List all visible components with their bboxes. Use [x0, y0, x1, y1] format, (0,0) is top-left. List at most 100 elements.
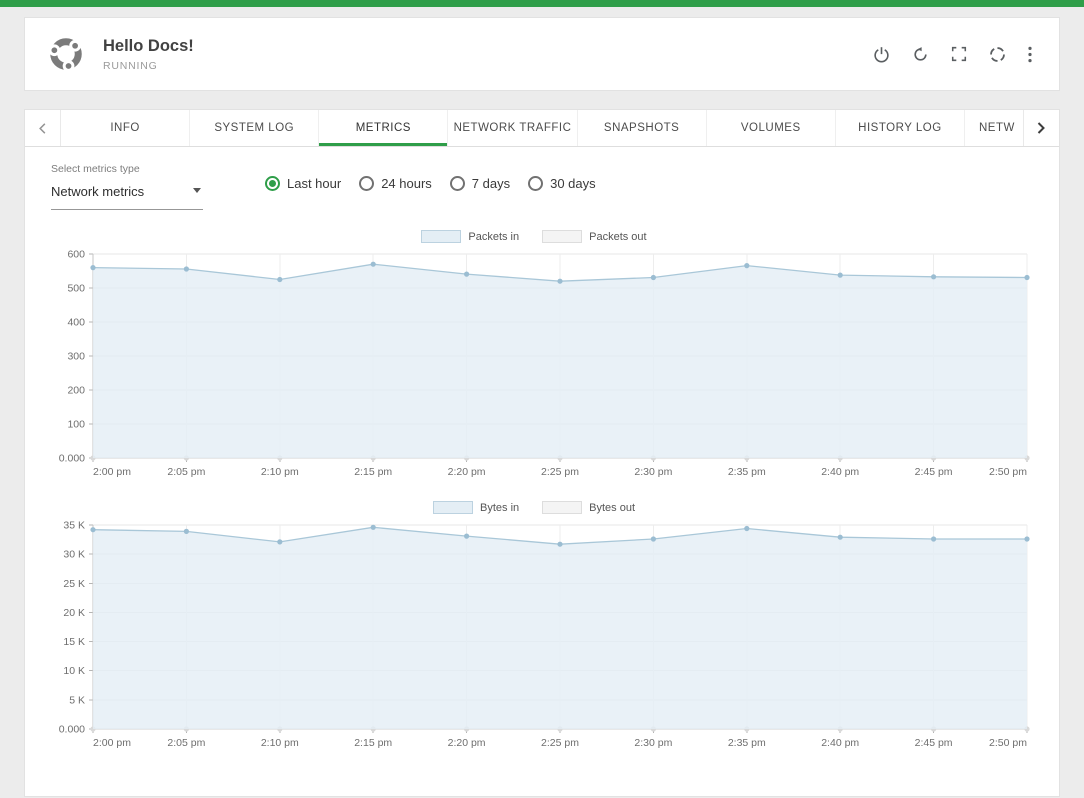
svg-text:2:40 pm: 2:40 pm	[821, 466, 859, 478]
tab-label: SNAPSHOTS	[604, 122, 679, 134]
radio-label: 24 hours	[381, 176, 432, 191]
svg-text:2:15 pm: 2:15 pm	[354, 737, 392, 749]
svg-text:2:10 pm: 2:10 pm	[261, 737, 299, 749]
svg-text:35 K: 35 K	[63, 520, 85, 532]
radio-last-hour[interactable]: Last hour	[265, 176, 341, 191]
packets-chart-block: Packets in Packets out 600 500 400 300 200 10…	[51, 230, 1033, 489]
svg-text:20 K: 20 K	[63, 607, 85, 619]
svg-text:10 K: 10 K	[63, 665, 85, 677]
packets-chart: 600 500 400 300 200 100 0.000 2:00 pm 2:05 pm 2:1…	[51, 248, 1033, 484]
tab-metrics[interactable]: METRICS	[319, 110, 448, 146]
power-button[interactable]	[866, 39, 897, 70]
svg-text:2:25 pm: 2:25 pm	[541, 466, 579, 478]
fullscreen-button[interactable]	[944, 39, 974, 69]
metrics-type-select[interactable]: Network metrics	[51, 177, 203, 210]
svg-text:100: 100	[67, 419, 85, 431]
bytes-chart-legend: Bytes in Bytes out	[51, 501, 1033, 514]
bytes-chart-block: Bytes in Bytes out 35 K 30 K 25 K 20 K 15 K 1…	[51, 501, 1033, 760]
tab-history-log[interactable]: HISTORY LOG	[836, 110, 965, 146]
tab-networks[interactable]: NETW	[965, 110, 1023, 146]
svg-text:2:45 pm: 2:45 pm	[915, 466, 953, 478]
svg-text:2:20 pm: 2:20 pm	[448, 466, 486, 478]
metrics-type-label: Select metrics type	[51, 163, 203, 175]
tab-volumes[interactable]: VOLUMES	[707, 110, 836, 146]
metrics-type-value: Network metrics	[51, 184, 144, 199]
svg-text:2:35 pm: 2:35 pm	[728, 737, 766, 749]
tab-info[interactable]: INFO	[61, 110, 190, 146]
svg-text:2:45 pm: 2:45 pm	[915, 737, 953, 749]
svg-text:2:15 pm: 2:15 pm	[354, 466, 392, 478]
update-button[interactable]	[982, 39, 1013, 70]
instance-detail-card: INFO SYSTEM LOG METRICS NETWORK TRAFFIC …	[24, 109, 1060, 797]
svg-text:30 K: 30 K	[63, 549, 85, 561]
svg-text:2:30 pm: 2:30 pm	[634, 737, 672, 749]
tab-label: VOLUMES	[741, 122, 801, 134]
tab-label: HISTORY LOG	[858, 122, 941, 134]
legend-label-packets-out: Packets out	[589, 231, 646, 243]
radio-24-hours[interactable]: 24 hours	[359, 176, 432, 191]
svg-text:300: 300	[67, 351, 85, 363]
time-range-radio-group: Last hour 24 hours 7 days 30 days	[265, 163, 596, 191]
svg-text:2:50 pm: 2:50 pm	[989, 737, 1027, 749]
instance-header: Hello Docs! RUNNING	[24, 17, 1060, 91]
tab-scroll-right-button[interactable]	[1023, 110, 1059, 146]
caret-down-icon	[193, 188, 201, 193]
svg-text:2:05 pm: 2:05 pm	[167, 737, 205, 749]
restart-button[interactable]	[905, 39, 936, 70]
tab-label: METRICS	[356, 122, 411, 134]
legend-swatch-packets-out	[542, 230, 582, 243]
svg-text:2:00 pm: 2:00 pm	[93, 466, 131, 478]
tab-label: SYSTEM LOG	[214, 122, 294, 134]
legend-label-packets-in: Packets in	[468, 231, 519, 243]
svg-text:2:35 pm: 2:35 pm	[728, 466, 766, 478]
svg-text:2:05 pm: 2:05 pm	[167, 466, 205, 478]
legend-label-bytes-out: Bytes out	[589, 502, 635, 514]
svg-text:600: 600	[67, 249, 85, 261]
instance-title-block: Hello Docs! RUNNING	[103, 37, 194, 72]
bytes-chart: 35 K 30 K 25 K 20 K 15 K 10 K 5 K 0.000 2:00 pm 2…	[51, 519, 1033, 755]
top-accent-bar	[0, 0, 1084, 7]
radio-label: 30 days	[550, 176, 596, 191]
kebab-menu-button[interactable]	[1021, 39, 1039, 70]
svg-text:500: 500	[67, 283, 85, 295]
metrics-content: Select metrics type Network metrics Last…	[25, 147, 1059, 796]
svg-text:2:25 pm: 2:25 pm	[541, 737, 579, 749]
svg-text:400: 400	[67, 317, 85, 329]
radio-7-days[interactable]: 7 days	[450, 176, 510, 191]
svg-text:0.000: 0.000	[59, 724, 85, 736]
radio-label: 7 days	[472, 176, 510, 191]
svg-text:2:10 pm: 2:10 pm	[261, 466, 299, 478]
tab-scroll-left-button[interactable]	[25, 110, 61, 146]
svg-text:15 K: 15 K	[63, 636, 85, 648]
radio-label: Last hour	[287, 176, 341, 191]
svg-text:2:00 pm: 2:00 pm	[93, 737, 131, 749]
tab-bar: INFO SYSTEM LOG METRICS NETWORK TRAFFIC …	[25, 110, 1059, 147]
svg-text:2:30 pm: 2:30 pm	[634, 466, 672, 478]
legend-swatch-bytes-out	[542, 501, 582, 514]
svg-text:0.000: 0.000	[59, 453, 85, 465]
tab-label: INFO	[110, 122, 139, 134]
radio-icon	[359, 176, 374, 191]
ubuntu-logo-icon	[45, 33, 87, 75]
tab-label: NETWORK TRAFFIC	[454, 122, 572, 134]
radio-icon	[528, 176, 543, 191]
radio-icon	[450, 176, 465, 191]
tab-snapshots[interactable]: SNAPSHOTS	[578, 110, 707, 146]
tab-label: NETW	[979, 122, 1015, 134]
instance-actions	[866, 39, 1039, 70]
radio-selected-icon	[265, 176, 280, 191]
svg-text:25 K: 25 K	[63, 578, 85, 590]
svg-text:200: 200	[67, 385, 85, 397]
radio-30-days[interactable]: 30 days	[528, 176, 596, 191]
svg-text:5 K: 5 K	[69, 694, 85, 706]
instance-title: Hello Docs!	[103, 37, 194, 56]
instance-status: RUNNING	[103, 60, 194, 72]
legend-label-bytes-in: Bytes in	[480, 502, 519, 514]
tab-network-traffic[interactable]: NETWORK TRAFFIC	[448, 110, 577, 146]
legend-swatch-bytes-in	[433, 501, 473, 514]
svg-text:2:20 pm: 2:20 pm	[448, 737, 486, 749]
tab-system-log[interactable]: SYSTEM LOG	[190, 110, 319, 146]
legend-swatch-packets-in	[421, 230, 461, 243]
metrics-controls: Select metrics type Network metrics Last…	[51, 163, 1033, 210]
svg-text:2:50 pm: 2:50 pm	[989, 466, 1027, 478]
